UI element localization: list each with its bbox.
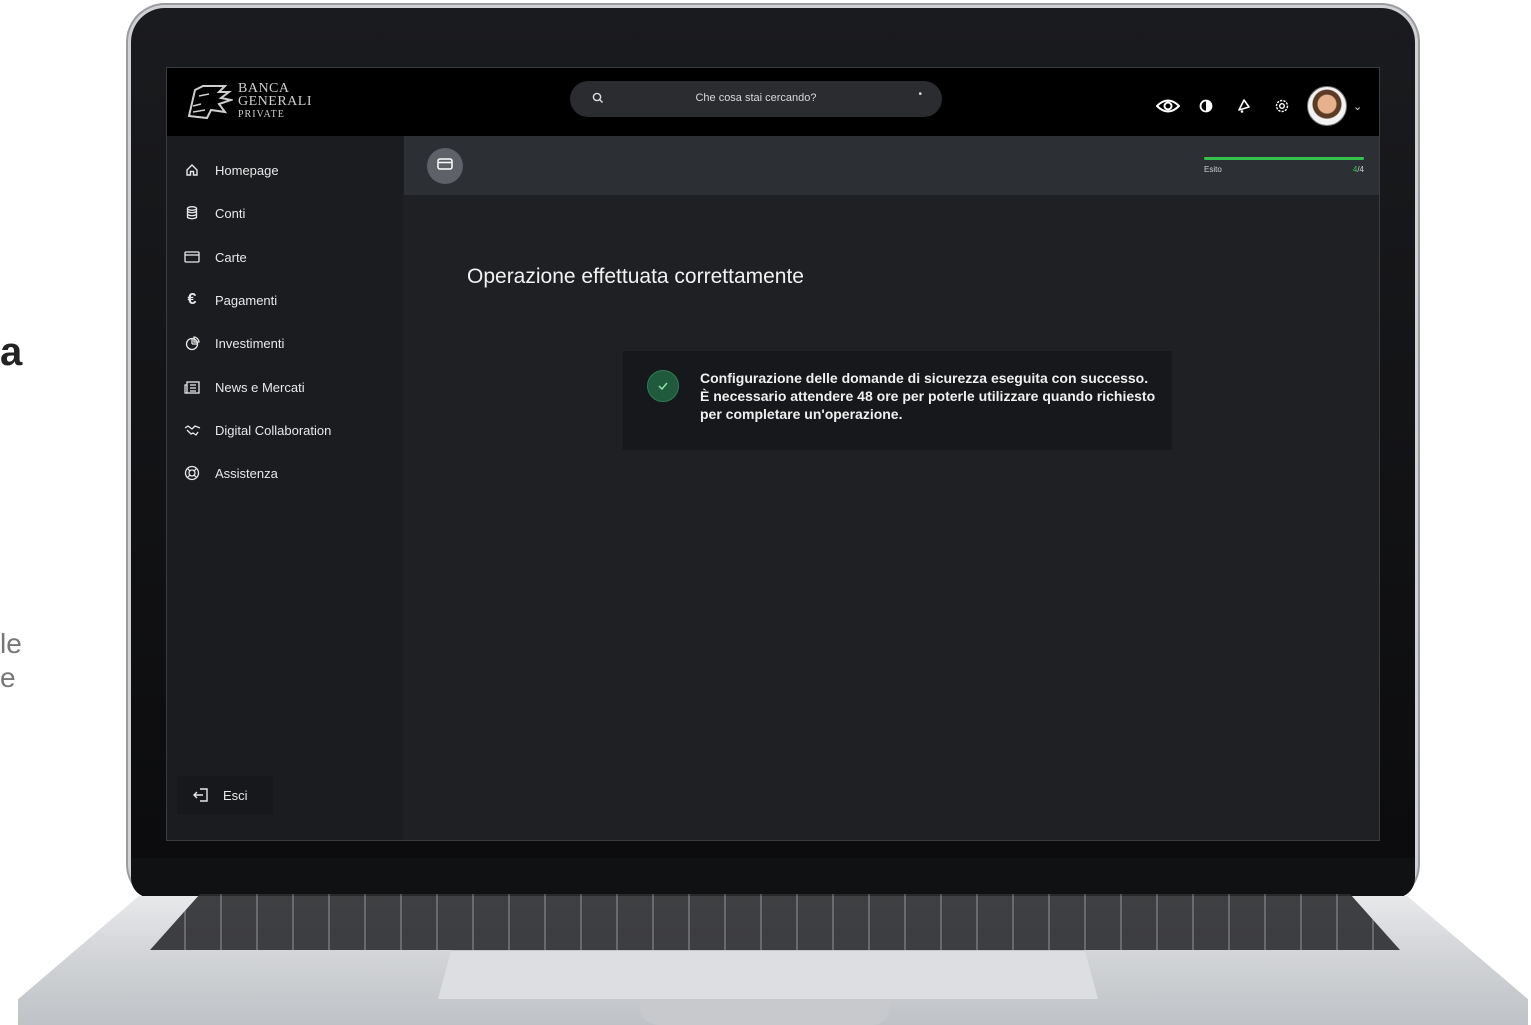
sidebar-item-label: Conti [215,205,246,221]
settings-icon[interactable] [1269,93,1295,119]
search-input[interactable]: Che cosa stai cercando? • [570,81,942,117]
laptop-touchpad [438,950,1098,999]
avatar[interactable] [1307,86,1347,126]
notifications-icon[interactable] [1231,93,1257,119]
progress-label: Esito [1204,165,1222,174]
sidebar-item-conti[interactable]: Conti [167,195,403,231]
sidebar-item-news-e-mercati[interactable]: News e Mercati [167,369,403,405]
sidebar-item-label: Carte [215,249,247,265]
chevron-down-icon[interactable]: ⌄ [1353,100,1362,113]
sidebar: Homepage Conti Carte € Pagamenti Investi… [167,136,403,840]
brand-line2: GENERALI [238,94,312,109]
lifebuoy-icon [183,464,201,482]
dot-icon: • [918,89,922,100]
progress-step: 4/4 [1353,165,1364,174]
sidebar-item-label: Assistenza [215,465,278,481]
operation-header: Esito 4/4 [404,136,1379,195]
card-operation-button[interactable] [427,148,463,184]
sidebar-item-investimenti[interactable]: Investimenti [167,325,403,361]
slide-text-fragment-1: le [0,628,22,659]
euro-icon: € [187,291,197,308]
app-screen: BANCA GENERALI PRIVATE Che cosa stai cer… [166,67,1380,841]
laptop-keyboard [150,894,1400,950]
lion-logo-icon [187,85,235,120]
sidebar-item-digital-collaboration[interactable]: Digital Collaboration [167,412,403,448]
news-icon [183,378,201,396]
sidebar-item-label: News e Mercati [215,379,305,395]
progress-fill [1204,157,1364,160]
top-bar: BANCA GENERALI PRIVATE Che cosa stai cer… [167,68,1379,136]
contrast-icon[interactable] [1193,93,1219,119]
pie-chart-icon [183,334,201,352]
success-message: Configurazione delle domande di sicurezz… [623,351,1172,450]
laptop-bezel-bottom [131,858,1415,898]
sidebar-item-homepage[interactable]: Homepage [167,152,403,188]
logout-label: Esci [223,787,248,803]
logout-icon [193,788,209,802]
handshake-icon [183,421,201,439]
progress-total: /4 [1357,165,1364,174]
laptop-notch [640,1000,890,1025]
sidebar-item-assistenza[interactable]: Assistenza [167,455,403,491]
brand-line3: PRIVATE [238,109,285,120]
brand-text: BANCA GENERALI PRIVATE [238,82,312,121]
slide-heading-fragment: a [0,330,23,374]
sidebar-item-carte[interactable]: Carte [167,239,403,275]
card-icon [183,248,201,266]
card-icon [437,157,453,175]
home-icon [183,161,201,179]
toolbar-icons: ⌄ [1155,86,1362,126]
slide-text-fragment-2: e [0,662,16,693]
brand-logo[interactable]: BANCA GENERALI PRIVATE [185,82,355,122]
search-placeholder: Che cosa stai cercando? [695,92,817,104]
check-circle-icon [647,370,679,402]
sidebar-item-label: Investimenti [215,335,285,351]
eye-icon[interactable] [1155,93,1181,119]
page-title: Operazione effettuata correttamente [467,265,804,288]
sidebar-item-pagamenti[interactable]: € Pagamenti [167,282,403,318]
sidebar-item-label: Pagamenti [215,292,278,308]
step-progress: Esito 4/4 [1204,157,1364,174]
accounts-icon [183,204,201,222]
success-message-text: Configurazione delle domande di sicurezz… [700,370,1156,422]
sidebar-item-label: Digital Collaboration [215,422,332,438]
progress-track [1204,157,1364,160]
logout-button[interactable]: Esci [177,776,273,814]
sidebar-item-label: Homepage [215,162,279,178]
